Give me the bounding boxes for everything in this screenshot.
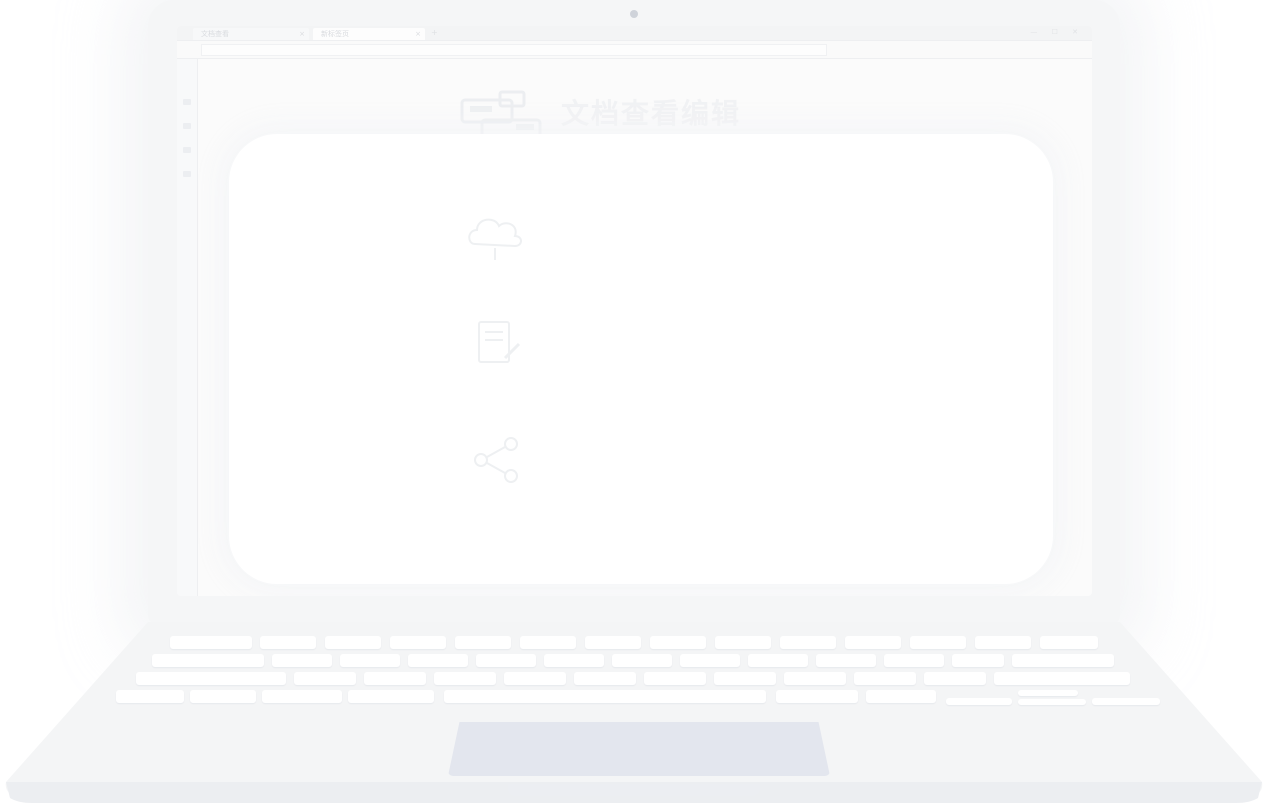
keyboard-key: [272, 654, 332, 667]
keyboard-key: [748, 654, 808, 667]
keyboard-key: [325, 636, 381, 649]
keyboard-key: [866, 690, 936, 703]
keyboard-key: [854, 672, 916, 685]
laptop-screen: 文档查看 × 新标签页 × + — ☐ ✕ 文档查看编辑: [177, 26, 1092, 596]
page-title: 文档查看编辑: [561, 97, 742, 130]
keyboard-key: [170, 636, 252, 649]
keyboard-key: [784, 672, 846, 685]
keyboard-key: [994, 672, 1130, 685]
keyboard-key: [612, 654, 672, 667]
keyboard-key: [504, 672, 566, 685]
arrow-key: [1018, 699, 1086, 705]
keyboard-key: [680, 654, 740, 667]
keyboard-key: [816, 654, 876, 667]
keyboard-key: [924, 672, 986, 685]
left-toolbar: [177, 59, 198, 596]
tab-label: 文档查看: [201, 30, 229, 38]
keyboard-key: [190, 690, 256, 703]
arrow-key: [946, 698, 1012, 705]
keyboard-key: [952, 654, 1004, 667]
keyboard-key: [260, 636, 316, 649]
keyboard-key: [644, 672, 706, 685]
window-controls[interactable]: — ☐ ✕: [1030, 28, 1084, 36]
keyboard-key: [715, 636, 771, 649]
cloud-upload-icon: [468, 218, 522, 260]
keyboard-key: [476, 654, 536, 667]
keyboard-key: [910, 636, 966, 649]
keyboard-key: [845, 636, 901, 649]
share-link-icon: [474, 437, 518, 483]
browser-tab-bar: 文档查看 × 新标签页 × + — ☐ ✕: [177, 26, 1092, 41]
keyboard-key: [262, 690, 342, 703]
address-input[interactable]: [201, 44, 827, 56]
keyboard-key: [884, 654, 944, 667]
space-key: [444, 690, 766, 703]
keyboard-key: [585, 636, 641, 649]
toolbar-icon[interactable]: [183, 147, 191, 153]
keyboard-key: [780, 636, 836, 649]
keyboard-key: [544, 654, 604, 667]
arrow-key: [1092, 698, 1160, 705]
keyboard-key: [1012, 654, 1114, 667]
keyboard-key: [776, 690, 858, 703]
document-edit-icon: [478, 321, 521, 363]
arrow-key: [1018, 690, 1078, 696]
keyboard-key: [364, 672, 426, 685]
close-icon[interactable]: ×: [415, 28, 421, 40]
browser-tab[interactable]: 文档查看 ×: [193, 28, 309, 40]
webcam-icon: [630, 10, 638, 18]
new-tab-button[interactable]: +: [431, 28, 438, 37]
keyboard-key: [574, 672, 636, 685]
keyboard-key: [520, 636, 576, 649]
keyboard-key: [975, 636, 1031, 649]
feature-panel: [229, 134, 1053, 584]
keyboard-key: [714, 672, 776, 685]
keyboard-key: [152, 654, 264, 667]
tab-label: 新标签页: [321, 30, 349, 38]
keyboard-key: [1040, 636, 1098, 649]
keyboard-key: [116, 690, 184, 703]
keyboard-key: [455, 636, 511, 649]
keyboard-key: [136, 672, 286, 685]
keyboard-key: [348, 690, 434, 703]
keyboard-key: [650, 636, 706, 649]
laptop-base-notch: [508, 784, 760, 796]
address-bar: [177, 41, 1092, 59]
keyboard-key: [408, 654, 468, 667]
keyboard-key: [434, 672, 496, 685]
close-icon[interactable]: ×: [299, 28, 305, 40]
keyboard-key: [390, 636, 446, 649]
toolbar-icon[interactable]: [183, 123, 191, 129]
toolbar-icon[interactable]: [183, 99, 191, 105]
keyboard-key: [340, 654, 400, 667]
toolbar-icon[interactable]: [183, 171, 191, 177]
keyboard-key: [294, 672, 356, 685]
touchpad: [448, 722, 830, 776]
browser-tab[interactable]: 新标签页 ×: [313, 28, 425, 40]
